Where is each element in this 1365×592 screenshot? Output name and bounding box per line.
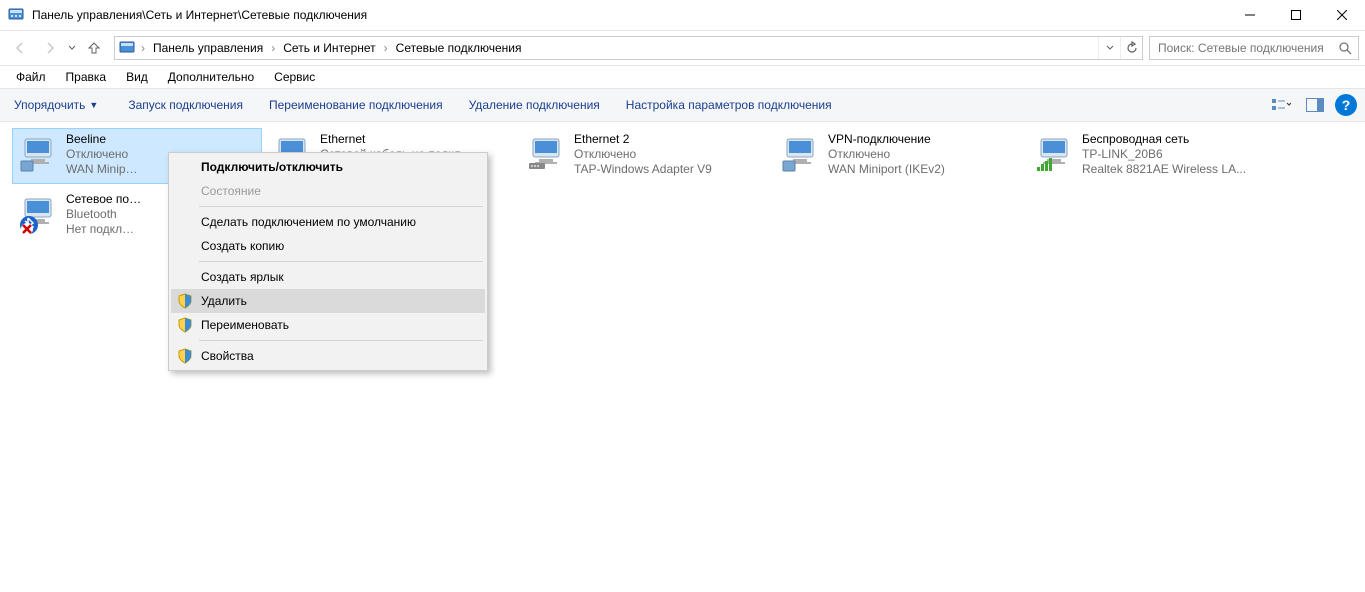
connection-status: Отключено xyxy=(66,147,138,162)
organize-button[interactable]: Упорядочить ▼ xyxy=(8,94,108,116)
cmd-rename-connection[interactable]: Переименование подключения xyxy=(263,94,449,116)
connection-name: Сетевое по… xyxy=(66,192,141,207)
wan-connection-icon xyxy=(780,132,822,178)
control-panel-icon xyxy=(8,7,24,23)
connection-item[interactable]: VPN-подключениеОтключеноWAN Miniport (IK… xyxy=(774,128,1024,184)
context-menu-separator xyxy=(199,206,483,207)
context-menu-label: Создать ярлык xyxy=(201,270,284,284)
preview-pane-button[interactable] xyxy=(1301,91,1329,119)
help-label: ? xyxy=(1342,97,1351,113)
breadcrumb-item[interactable]: Сеть и Интернет xyxy=(279,41,379,55)
view-options-button[interactable] xyxy=(1267,91,1295,119)
uac-shield-icon xyxy=(177,317,193,333)
menubar: Файл Правка Вид Дополнительно Сервис xyxy=(0,66,1365,88)
context-menu-label: Создать копию xyxy=(201,239,284,253)
help-button[interactable]: ? xyxy=(1335,94,1357,116)
context-menu-separator xyxy=(199,261,483,262)
context-menu-item[interactable]: Создать копию xyxy=(171,234,485,258)
connection-texts: Беспроводная сетьTP-LINK_20B6Realtek 882… xyxy=(1082,132,1246,177)
connection-device: WAN Minip… xyxy=(66,162,138,177)
context-menu-label: Переименовать xyxy=(201,318,289,332)
close-button[interactable] xyxy=(1319,0,1365,30)
connection-texts: Ethernet 2ОтключеноTAP-Windows Adapter V… xyxy=(574,132,712,177)
connection-name: Ethernet 2 xyxy=(574,132,712,147)
wan-connection-icon xyxy=(18,132,60,178)
nav-history-dropdown[interactable] xyxy=(66,34,78,62)
connection-texts: VPN-подключениеОтключеноWAN Miniport (IK… xyxy=(828,132,945,177)
connection-status: Отключено xyxy=(574,147,712,162)
organize-label: Упорядочить xyxy=(14,98,85,112)
connection-texts: BeelineОтключеноWAN Minip… xyxy=(66,132,138,177)
uac-shield-icon xyxy=(177,348,193,364)
nav-back-button[interactable] xyxy=(6,34,34,62)
connection-texts: Сетевое по…BluetoothНет подкл… xyxy=(66,192,141,237)
connection-device: TAP-Windows Adapter V9 xyxy=(574,162,712,177)
connection-item[interactable]: Ethernet 2ОтключеноTAP-Windows Adapter V… xyxy=(520,128,770,184)
maximize-button[interactable] xyxy=(1273,0,1319,30)
context-menu-item[interactable]: Подключить/отключить xyxy=(171,155,485,179)
menu-file[interactable]: Файл xyxy=(6,68,56,86)
context-menu-item: Состояние xyxy=(171,179,485,203)
cmd-delete-connection[interactable]: Удаление подключения xyxy=(463,94,606,116)
context-menu: Подключить/отключить Состояние Сделать под… xyxy=(168,152,488,371)
refresh-button[interactable] xyxy=(1120,37,1142,59)
menu-edit[interactable]: Правка xyxy=(56,68,117,86)
context-menu-label: Состояние xyxy=(201,184,261,198)
connection-name: Beeline xyxy=(66,132,138,147)
context-menu-item[interactable]: Удалить xyxy=(171,289,485,313)
context-menu-label: Удалить xyxy=(201,294,247,308)
search-icon xyxy=(1338,41,1352,55)
nav-forward-button[interactable] xyxy=(36,34,64,62)
cmd-start-connection[interactable]: Запуск подключения xyxy=(122,94,249,116)
context-menu-label: Сделать подключением по умолчанию xyxy=(201,215,416,229)
connection-item[interactable]: Беспроводная сетьTP-LINK_20B6Realtek 882… xyxy=(1028,128,1278,184)
breadcrumb-item[interactable]: Сетевые подключения xyxy=(392,41,526,55)
commandbar: Упорядочить ▼ Запуск подключения Переиме… xyxy=(0,88,1365,122)
eth-connection-icon xyxy=(526,132,568,178)
context-menu-item[interactable]: Создать ярлык xyxy=(171,265,485,289)
connection-status: Отключено xyxy=(828,147,945,162)
connection-device: Realtek 8821AE Wireless LA... xyxy=(1082,162,1246,177)
context-menu-separator xyxy=(199,340,483,341)
context-menu-label: Подключить/отключить xyxy=(201,160,343,174)
menu-advanced[interactable]: Дополнительно xyxy=(158,68,264,86)
menu-tools[interactable]: Сервис xyxy=(264,68,325,86)
connection-status: TP-LINK_20B6 xyxy=(1082,147,1246,162)
breadcrumb-item[interactable]: Панель управления xyxy=(149,41,267,55)
window-controls xyxy=(1227,0,1365,30)
window-title: Панель управления\Сеть и Интернет\Сетевы… xyxy=(32,8,1227,22)
searchbox[interactable] xyxy=(1149,36,1359,60)
titlebar: Панель управления\Сеть и Интернет\Сетевы… xyxy=(0,0,1365,30)
context-menu-item[interactable]: Свойства xyxy=(171,344,485,368)
connection-device: Нет подкл… xyxy=(66,222,141,237)
addressbar[interactable]: › Панель управления › Сеть и Интернет › … xyxy=(114,36,1143,60)
navbar: › Панель управления › Сеть и Интернет › … xyxy=(0,30,1365,66)
context-menu-item[interactable]: Сделать подключением по умолчанию xyxy=(171,210,485,234)
menu-view[interactable]: Вид xyxy=(116,68,158,86)
connection-name: Ethernet xyxy=(320,132,471,147)
connections-view: BeelineОтключеноWAN Minip…EthernetСетево… xyxy=(0,122,1365,246)
crumb-separator-icon: › xyxy=(380,41,392,55)
crumb-separator-icon: › xyxy=(267,41,279,55)
addressbar-icon xyxy=(119,40,135,56)
connection-name: Беспроводная сеть xyxy=(1082,132,1246,147)
cmd-connection-settings[interactable]: Настройка параметров подключения xyxy=(620,94,838,116)
commandbar-right: ? xyxy=(1267,91,1357,119)
addressbar-dropdown-button[interactable] xyxy=(1098,37,1120,59)
nav-up-button[interactable] xyxy=(80,34,108,62)
bt-connection-icon xyxy=(18,192,60,238)
crumb-separator-icon: › xyxy=(137,41,149,55)
connection-name: VPN-подключение xyxy=(828,132,945,147)
search-input[interactable] xyxy=(1156,40,1338,56)
wifi-connection-icon xyxy=(1034,132,1076,178)
connection-device: WAN Miniport (IKEv2) xyxy=(828,162,945,177)
uac-shield-icon xyxy=(177,293,193,309)
minimize-button[interactable] xyxy=(1227,0,1273,30)
connection-status: Bluetooth xyxy=(66,207,141,222)
caret-down-icon: ▼ xyxy=(89,100,98,110)
context-menu-item[interactable]: Переименовать xyxy=(171,313,485,337)
context-menu-label: Свойства xyxy=(201,349,254,363)
